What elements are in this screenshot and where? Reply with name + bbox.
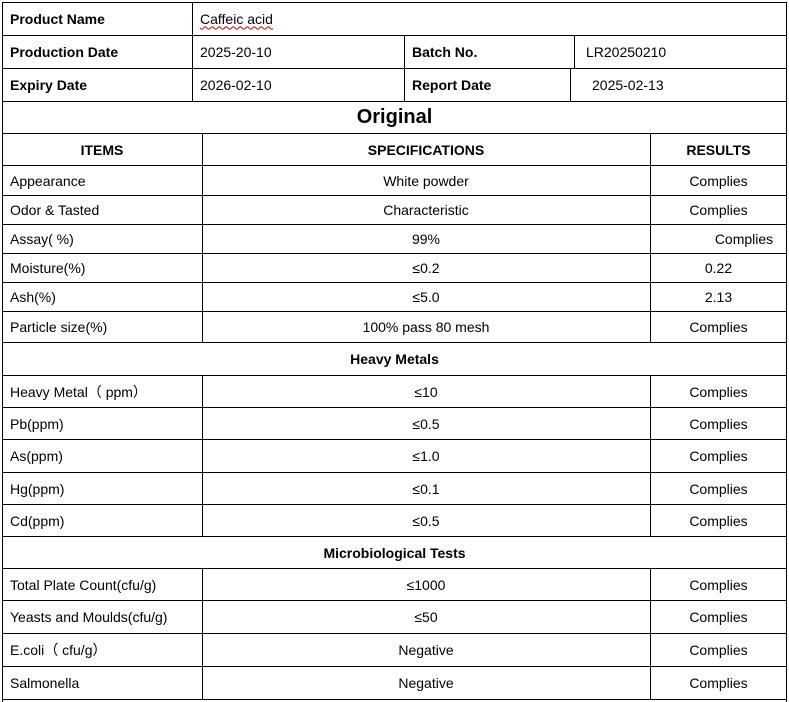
table-row: As(ppm) ≤1.0 Complies [2, 440, 787, 473]
heavy-metals-heading: Heavy Metals [350, 351, 439, 367]
batch-no-label: Batch No. [412, 44, 478, 60]
expiry-date-row: Expiry Date 2026-02-10 Report Date 2025-… [2, 69, 787, 102]
item-cell: Appearance [10, 172, 86, 189]
result-cell: Complies [689, 675, 748, 691]
specifications-column-header: SPECIFICATIONS [367, 141, 485, 158]
spec-cell: ≤0.5 [412, 512, 440, 529]
coa-document: Product Name Caffeic acid Production Dat… [0, 0, 789, 702]
spec-cell: ≤0.5 [412, 415, 440, 432]
table-row: Assay( %) 99% Complies [2, 225, 787, 254]
table-row: Pb(ppm) ≤0.5 Complies [2, 408, 787, 440]
document-title: Original [356, 106, 433, 128]
spec-cell: ≤0.2 [412, 260, 440, 276]
title-row: Original [2, 102, 787, 134]
item-cell: Cd(ppm) [10, 512, 65, 529]
spec-cell: White powder [202, 166, 650, 195]
spec-cell: Characteristic [383, 202, 469, 218]
table-row: Appearance White powder Complies [2, 166, 787, 196]
results-column-header: RESULTS [686, 141, 751, 158]
item-cell: Particle size(%) [10, 319, 108, 335]
product-name-row: Product Name Caffeic acid [2, 2, 787, 36]
item-text: E.coli（ cfu/g） [10, 642, 107, 658]
item-text: Yeasts and Moulds(cfu/g) [10, 609, 168, 625]
production-date-value: 2025-20-10 [200, 44, 272, 60]
product-name-value: Caffeic acid [192, 2, 787, 35]
item-cell: Odor & Tasted [10, 202, 100, 218]
expiry-date-value: 2026-02-10 [200, 77, 272, 93]
item-cell: Yeasts and Moulds(cfu/g) [2, 601, 202, 633]
spec-cell: ≤5.0 [412, 289, 440, 305]
result-cell: Complies [714, 231, 774, 247]
table-row: Particle size(%) 100% pass 80 mesh Compl… [2, 312, 787, 343]
items-column-header: ITEMS [80, 141, 124, 158]
result-cell: Complies [689, 172, 748, 189]
table-row: Cd(ppm) ≤0.5 Complies [2, 505, 787, 537]
table-row: Hg(ppm) ≤0.1 Complies [2, 473, 787, 505]
production-date-row: Production Date 2025-20-10 Batch No. LR2… [2, 36, 787, 69]
table-row: Yeasts and Moulds(cfu/g) ≤50 Complies [2, 601, 787, 634]
result-cell: Complies [689, 512, 748, 529]
item-cell: Ash(%) [10, 289, 56, 305]
table-row: Odor & Tasted Characteristic Complies [2, 196, 787, 225]
heavy-metals-section-row: Heavy Metals [2, 343, 787, 376]
column-header-row: ITEMS SPECIFICATIONS RESULTS [2, 134, 787, 166]
table-row: Heavy Metal（ ppm） ≤10 Complies [2, 376, 787, 408]
product-name-label: Product Name [10, 10, 105, 27]
report-date-value: 2025-02-13 [592, 77, 664, 93]
spec-cell: Negative [398, 642, 454, 658]
spec-cell: ≤0.1 [412, 480, 440, 497]
result-cell: Complies [689, 609, 748, 625]
expiry-date-label: Expiry Date [10, 77, 88, 93]
result-cell: Complies [689, 383, 748, 400]
spec-cell: ≤50 [414, 609, 438, 625]
item-cell: Hg(ppm) [10, 480, 65, 497]
spec-cell: Negative [398, 675, 454, 691]
item-cell: Moisture(%) [10, 260, 86, 276]
spec-cell: ≤1.0 [412, 448, 440, 464]
item-cell: Assay( %) [10, 231, 74, 247]
table-row: Total Plate Count(cfu/g) ≤1000 Complies [2, 569, 787, 601]
spec-cell: 100% pass 80 mesh [362, 319, 490, 335]
table-row: Salmonella Negative Complies [2, 667, 787, 700]
item-cell: As(ppm) [10, 448, 63, 464]
result-cell: Complies [689, 448, 748, 464]
result-cell: Complies [689, 576, 748, 593]
spec-cell: ≤1000 [406, 576, 446, 593]
microbiological-heading: Microbiological Tests [323, 544, 466, 561]
result-cell: 0.22 [704, 260, 733, 276]
spec-text: White powder [383, 172, 469, 189]
item-cell: Salmonella [10, 675, 80, 691]
spec-cell: ≤10 [414, 383, 438, 400]
item-cell: Pb(ppm) [10, 415, 64, 432]
micro-section-row: Microbiological Tests [2, 537, 787, 569]
result-cell: 2.13 [704, 289, 733, 305]
item-cell: Total Plate Count(cfu/g) [2, 569, 202, 600]
item-cell: E.coli（ cfu/g） [2, 634, 202, 666]
result-cell: Complies [689, 480, 748, 497]
table-row: Moisture(%) ≤0.2 0.22 [2, 254, 787, 283]
batch-no-value: LR20250210 [586, 44, 667, 60]
product-name-text: Caffeic acid [200, 10, 273, 27]
report-date-label: Report Date [412, 77, 492, 93]
result-cell: Complies [689, 202, 748, 218]
result-cell: Complies [689, 415, 748, 432]
production-date-label: Production Date [10, 44, 119, 60]
result-cell: Complies [689, 319, 748, 335]
table-row: Ash(%) ≤5.0 2.13 [2, 283, 787, 312]
item-cell: Heavy Metal（ ppm） [10, 383, 147, 400]
result-cell: Complies [689, 642, 748, 658]
item-text: Total Plate Count(cfu/g) [10, 576, 157, 593]
spec-cell: 99% [411, 231, 441, 247]
table-row: E.coli（ cfu/g） Negative Complies [2, 634, 787, 667]
